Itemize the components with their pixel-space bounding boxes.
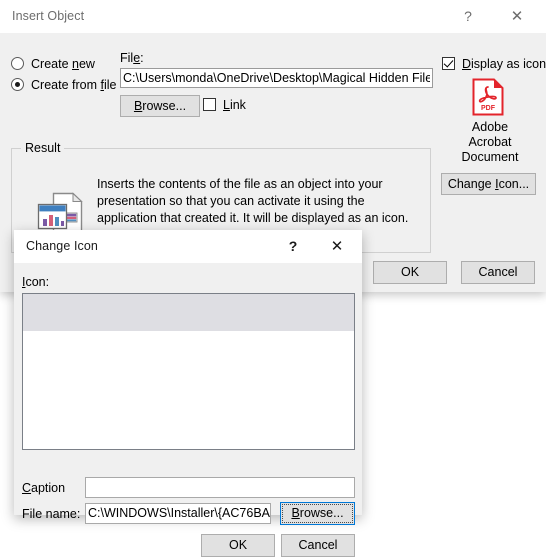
file-path-input[interactable] xyxy=(120,68,433,88)
caption-input[interactable] xyxy=(85,477,355,498)
caption-label: Caption xyxy=(22,481,65,495)
radio-create-from-file[interactable]: Create from file xyxy=(11,76,116,94)
file-name-label: File name: xyxy=(22,507,81,521)
pdf-file-icon: PDF xyxy=(472,78,504,116)
close-icon[interactable]: ✕ xyxy=(316,230,358,263)
change-icon-dialog: Change Icon ? ✕ Icon: Caption File name:… xyxy=(14,230,362,557)
insert-object-titlebar: Insert Object ? ✕ xyxy=(0,0,546,33)
display-as-icon-checkbox-mark xyxy=(442,57,455,70)
radio-create-from-file-label-pre: Create from xyxy=(31,78,101,92)
browse-button-icon-label-post: rowse... xyxy=(299,506,344,520)
change-icon-body: Icon: Caption File name: C:\WINDOWS\Inst… xyxy=(14,263,362,557)
close-icon[interactable]: ✕ xyxy=(496,0,538,33)
icon-list-label: Icon: xyxy=(22,275,49,289)
caption-label-post: aption xyxy=(31,481,66,495)
link-checkbox-label-post: ink xyxy=(229,98,246,112)
insert-object-ok-button[interactable]: OK xyxy=(373,261,447,284)
link-checkbox[interactable]: Link xyxy=(203,96,246,114)
result-description: Inserts the contents of the file as an o… xyxy=(97,177,409,225)
file-name-input[interactable]: C:\WINDOWS\Installer\{AC76BA86-7 xyxy=(85,503,271,524)
change-icon-cancel-button[interactable]: Cancel xyxy=(281,534,355,557)
radio-create-from-file-label-post: ile xyxy=(103,78,117,92)
change-icon-ok-button[interactable]: OK xyxy=(201,534,275,557)
radio-create-new-mark xyxy=(11,57,24,70)
caption-label-acc: C xyxy=(22,481,32,495)
change-icon-button-label-post: con... xyxy=(498,177,530,191)
change-icon-button[interactable]: Change Icon... xyxy=(441,173,536,195)
file-label-pre: Fil xyxy=(120,51,134,65)
result-group-label: Result xyxy=(21,141,65,155)
display-as-icon-checkbox[interactable]: Display as icon xyxy=(442,55,546,73)
pdf-badge-text: PDF xyxy=(481,105,496,112)
display-as-icon-label-acc: D xyxy=(462,57,472,71)
change-icon-title: Change Icon xyxy=(26,239,98,253)
radio-create-new-label-pre: Create xyxy=(31,57,72,71)
icon-list-label-post: con: xyxy=(25,275,50,289)
change-icon-button-label-pre: Change xyxy=(447,177,496,191)
browse-button-icon-label-acc: B xyxy=(291,506,300,520)
radio-create-new[interactable]: Create new xyxy=(11,55,95,73)
radio-create-new-label-acc: n xyxy=(72,57,79,71)
change-icon-titlebar: Change Icon ? ✕ xyxy=(14,230,362,263)
icon-listbox[interactable] xyxy=(22,293,355,450)
browse-button-file-label-post: rowse... xyxy=(142,99,187,113)
browse-button-file[interactable]: Browse... xyxy=(120,95,200,117)
link-checkbox-mark xyxy=(203,98,216,111)
help-icon[interactable]: ? xyxy=(447,0,489,33)
insert-object-cancel-button[interactable]: Cancel xyxy=(461,261,535,284)
display-as-icon-label-post: isplay as icon xyxy=(471,57,546,71)
file-label: File: xyxy=(120,51,144,65)
icon-caption-preview: Adobe Acrobat Document xyxy=(440,120,540,165)
help-icon[interactable]: ? xyxy=(272,230,314,263)
link-checkbox-label-acc: L xyxy=(223,98,230,112)
radio-create-new-label-post: ew xyxy=(78,57,95,71)
file-label-post: : xyxy=(140,51,144,65)
insert-object-title: Insert Object xyxy=(12,9,85,23)
icon-listbox-selected-row[interactable] xyxy=(23,294,354,331)
icon-caption-line-2: Acrobat xyxy=(468,135,512,149)
radio-create-from-file-mark xyxy=(11,78,24,91)
icon-caption-line-3: Document xyxy=(461,150,519,164)
icon-caption-line-1: Adobe xyxy=(471,120,509,134)
